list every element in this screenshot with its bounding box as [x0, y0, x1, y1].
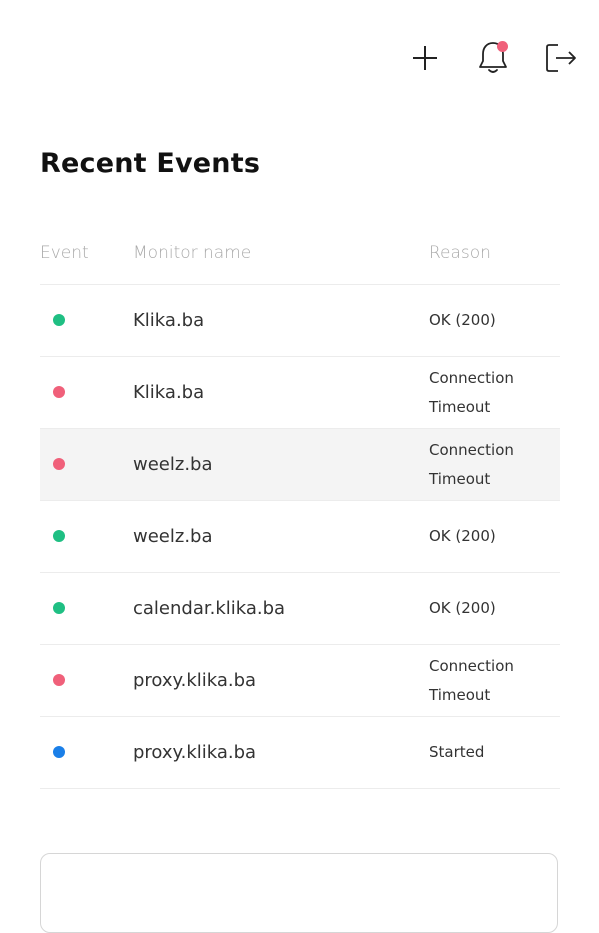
page-title: Recent Events [40, 148, 261, 179]
monitor-name: calendar.klika.ba [133, 598, 286, 619]
table-header: Event Monitor name Reason [40, 222, 560, 285]
plus-icon [413, 46, 437, 70]
event-reason: OK (200) [429, 599, 496, 617]
monitor-name: Klika.ba [133, 382, 205, 403]
status-ok-dot [53, 314, 65, 326]
monitor-name: weelz.ba [133, 526, 213, 547]
event-reason: OK (200) [429, 527, 496, 545]
notification-badge [497, 41, 508, 52]
add-button[interactable] [405, 38, 445, 78]
top-toolbar [405, 38, 581, 78]
event-reason: Connection Timeout [429, 656, 514, 704]
status-down-dot [53, 674, 65, 686]
status-down-dot [53, 458, 65, 470]
table-row[interactable]: weelz.ba OK (200) [40, 501, 560, 573]
notifications-button[interactable] [473, 38, 513, 78]
table-row[interactable]: weelz.ba Connection Timeout [40, 429, 560, 501]
event-reason: Connection Timeout [429, 440, 514, 488]
logout-icon [546, 44, 576, 72]
table-row[interactable]: calendar.klika.ba OK (200) [40, 573, 560, 645]
event-reason: Started [429, 743, 485, 761]
bottom-card [40, 853, 558, 933]
table-row[interactable]: Klika.ba Connection Timeout [40, 357, 560, 429]
monitor-name: Klika.ba [133, 310, 205, 331]
monitor-name: proxy.klika.ba [133, 670, 257, 691]
table-row[interactable]: proxy.klika.ba Connection Timeout [40, 645, 560, 717]
status-down-dot [53, 386, 65, 398]
status-ok-dot [53, 602, 65, 614]
table-row[interactable]: proxy.klika.ba Started [40, 717, 560, 789]
column-header-monitor-name: Monitor name [133, 243, 252, 263]
status-ok-dot [53, 530, 65, 542]
column-header-event: Event [40, 243, 89, 263]
status-started-dot [53, 746, 65, 758]
monitor-name: weelz.ba [133, 454, 213, 475]
monitor-name: proxy.klika.ba [133, 742, 257, 763]
event-reason: OK (200) [429, 311, 496, 329]
recent-events-table: Event Monitor name Reason Klika.ba OK (2… [40, 222, 560, 789]
table-row[interactable]: Klika.ba OK (200) [40, 285, 560, 357]
logout-button[interactable] [541, 38, 581, 78]
event-reason: Connection Timeout [429, 368, 514, 416]
column-header-reason: Reason [429, 243, 491, 263]
